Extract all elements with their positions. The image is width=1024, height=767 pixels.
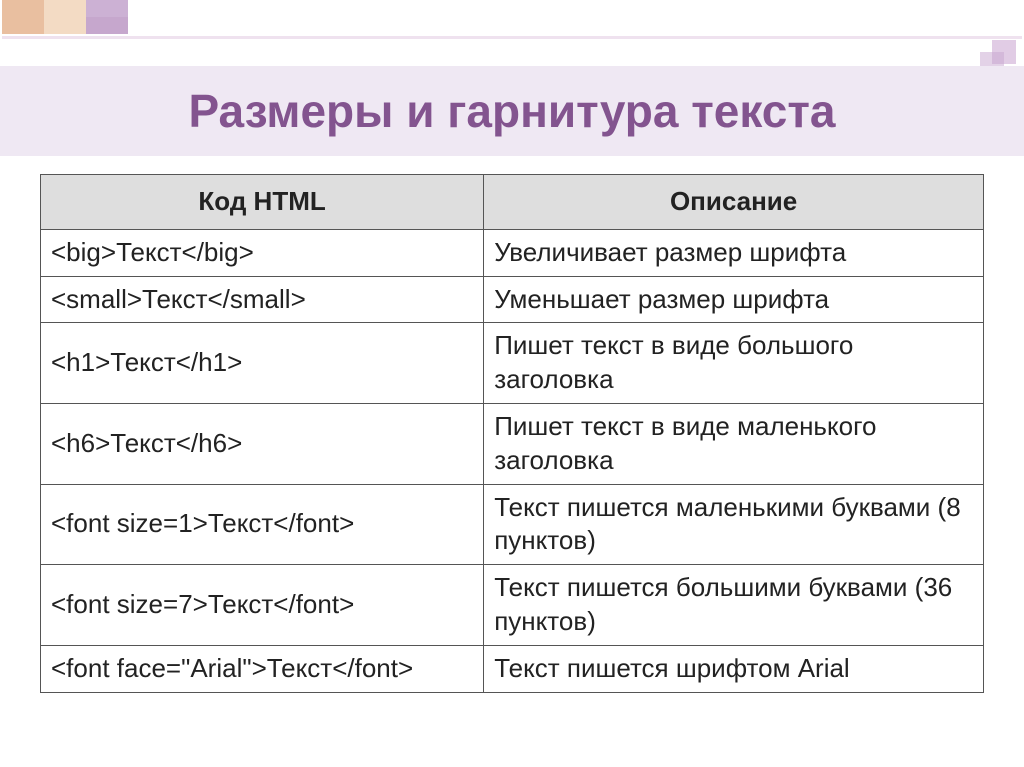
table-container: Код HTML Описание <big>Текст</big> Увели… bbox=[40, 174, 984, 693]
cell-code: <font face="Arial">Текст</font> bbox=[41, 645, 484, 692]
cell-code: <h1>Текст</h1> bbox=[41, 323, 484, 404]
table-row: <small>Текст</small> Уменьшает размер шр… bbox=[41, 276, 984, 323]
table-row: <h6>Текст</h6> Пишет текст в виде малень… bbox=[41, 403, 984, 484]
deco-block bbox=[2, 0, 44, 34]
cell-desc: Пишет текст в виде маленького заголовка bbox=[484, 403, 984, 484]
cell-code: <font size=1>Текст</font> bbox=[41, 484, 484, 565]
header-code: Код HTML bbox=[41, 175, 484, 230]
cell-desc: Текст пишется маленькими буквами (8 пунк… bbox=[484, 484, 984, 565]
cell-code: <small>Текст</small> bbox=[41, 276, 484, 323]
header-desc: Описание bbox=[484, 175, 984, 230]
deco-block bbox=[44, 0, 86, 34]
table-row: <font face="Arial">Текст</font> Текст пи… bbox=[41, 645, 984, 692]
cell-code: <h6>Текст</h6> bbox=[41, 403, 484, 484]
cell-desc: Текст пишется шрифтом Arial bbox=[484, 645, 984, 692]
cell-code: <big>Текст</big> bbox=[41, 229, 484, 276]
cell-desc: Увеличивает размер шрифта bbox=[484, 229, 984, 276]
table-row: <h1>Текст</h1> Пишет текст в виде большо… bbox=[41, 323, 984, 404]
decorative-top-bar bbox=[0, 0, 1024, 36]
html-size-table: Код HTML Описание <big>Текст</big> Увели… bbox=[40, 174, 984, 693]
table-header-row: Код HTML Описание bbox=[41, 175, 984, 230]
deco-line bbox=[2, 36, 1022, 39]
title-band: Размеры и гарнитура текста bbox=[0, 66, 1024, 156]
cell-desc: Пишет текст в виде большого заголовка bbox=[484, 323, 984, 404]
cell-desc: Текст пишется большими буквами (36 пункт… bbox=[484, 565, 984, 646]
deco-block bbox=[86, 17, 128, 34]
table-row: <font size=7>Текст</font> Текст пишется … bbox=[41, 565, 984, 646]
cell-desc: Уменьшает размер шрифта bbox=[484, 276, 984, 323]
cell-code: <font size=7>Текст</font> bbox=[41, 565, 484, 646]
table-row: <big>Текст</big> Увеличивает размер шриф… bbox=[41, 229, 984, 276]
table-row: <font size=1>Текст</font> Текст пишется … bbox=[41, 484, 984, 565]
slide-title: Размеры и гарнитура текста bbox=[0, 84, 1024, 138]
